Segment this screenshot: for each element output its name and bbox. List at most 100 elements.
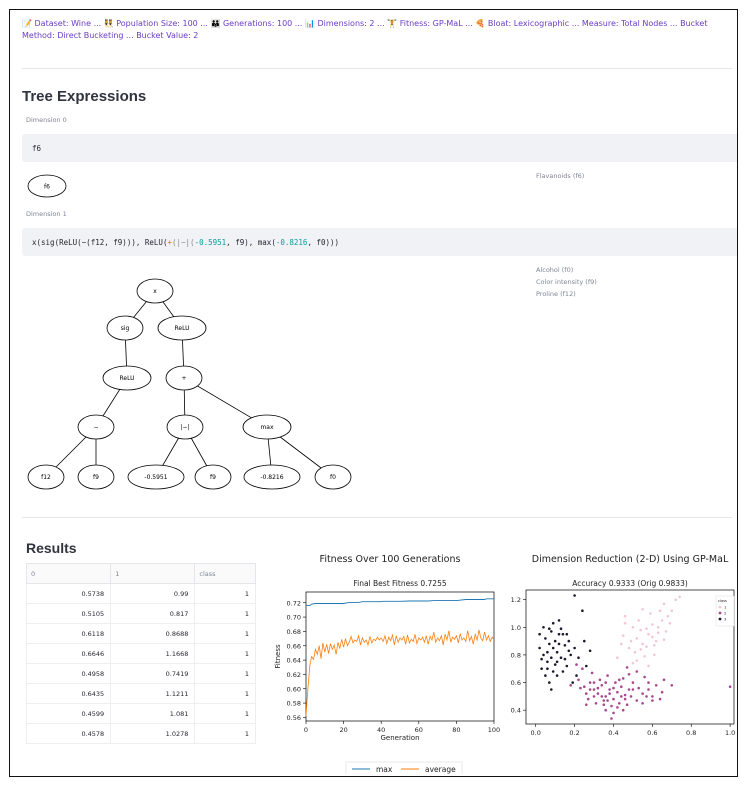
y-tick-label: 0.8 (511, 651, 521, 659)
scatter-point-class-2 (662, 678, 666, 682)
x-tick-label: 0.2 (569, 729, 579, 737)
scatter-point-class-1 (645, 627, 648, 630)
tree-node-f6-label: f6 (44, 184, 50, 191)
scatter-point-class-2 (623, 697, 627, 701)
y-tick-label: 0.70 (287, 614, 301, 622)
scatter-point-class-2 (604, 708, 607, 712)
scatter-point-class-3 (557, 642, 561, 646)
tree-node-label: f9 (93, 474, 99, 481)
table-cell: 1 (194, 683, 256, 704)
scatter-point-class-1 (660, 619, 664, 622)
results-heading: Results (26, 540, 77, 556)
table-row[interactable]: 0.4958 0.7419 1 (25, 663, 256, 684)
chart-title: Dimension Reduction (2-D) Using GP-MaL (532, 554, 729, 565)
scatter-point-class-2 (583, 685, 586, 688)
table-cell: 0.6118 (25, 623, 112, 644)
plot-area (525, 589, 735, 725)
scatter-point-class-2 (616, 706, 619, 709)
column-header[interactable]: 1 (110, 563, 196, 584)
scatter-point-class-2 (596, 692, 600, 695)
scatter-point-class-2 (590, 671, 594, 675)
table-row[interactable]: 0.5105 0.817 1 (25, 603, 256, 624)
scatter-point-class-2 (635, 699, 639, 702)
scatter-point-class-2 (575, 663, 578, 666)
tree-node-label: |−| (180, 424, 189, 431)
scatter-point-class-2 (581, 667, 584, 670)
scatter-point-class-2 (627, 688, 631, 691)
expr-number: -0.8216 (275, 237, 308, 247)
chart-subtitle: Accuracy 0.9333 (Orig 0.9833) (572, 579, 688, 588)
scatter-point-class-1 (656, 631, 660, 635)
table-cell: 1 (194, 663, 256, 684)
x-tick-label: 20 (339, 726, 347, 734)
scatter-point-class-1 (629, 639, 633, 643)
x-tick-label: 0.6 (647, 729, 657, 737)
tree-node-label: ReLU (174, 325, 189, 332)
divider (22, 68, 732, 69)
table-cell: 1 (194, 583, 256, 604)
scatter-point-class-3 (567, 639, 571, 643)
column-header[interactable]: 0 (25, 563, 112, 584)
scatter-point-class-2 (604, 695, 607, 698)
scatter-chart: Dimension Reduction (2-D) Using GP-MaL Ac… (511, 554, 736, 737)
results-table[interactable]: 0 1 class 0.5738 0.99 1 0.5105 0.817 1 0.611… (25, 563, 256, 744)
tree-node-label: f0 (330, 474, 336, 481)
dimension-1-tree: x sig ReLU ReLU + − |−| max f12 f9 -0.59… (27, 278, 352, 490)
scatter-point-class-3 (569, 653, 572, 657)
scatter-point-class-2 (635, 670, 639, 673)
scatter-point-class-2 (585, 703, 588, 706)
scatter-point-class-2 (647, 688, 650, 691)
column-header[interactable]: class (194, 563, 256, 584)
scatter-point-class-1 (656, 626, 660, 629)
table-row[interactable]: 0.4599 1.081 1 (25, 703, 256, 724)
scatter-point-class-3 (538, 632, 541, 636)
scatter-point-class-3 (585, 664, 588, 668)
scatter-point-class-2 (606, 699, 609, 702)
scatter-point-class-1 (643, 655, 646, 658)
legend-marker (718, 617, 722, 621)
table-cell: 0.5738 (25, 583, 112, 604)
legend-title: class (718, 599, 727, 603)
scatter-point-class-1 (621, 634, 625, 637)
table-cell: 1.0278 (110, 723, 196, 744)
scatter-point-class-2 (588, 688, 592, 691)
scatter-point-class-3 (571, 681, 574, 684)
scatter-point-class-3 (544, 637, 547, 640)
expr-part: , f0))) (307, 237, 340, 247)
scatter-point-class-3 (550, 656, 553, 659)
scatter-point-class-1 (664, 630, 668, 633)
scatter-point-class-1 (637, 619, 640, 622)
scatter-point-class-2 (598, 678, 602, 682)
scatter-point-class-3 (565, 632, 569, 636)
scatter-point-class-1 (633, 650, 637, 654)
scatter-point-class-3 (544, 674, 547, 677)
expr-part: , f9), max( (226, 237, 276, 247)
scatter-point-class-2 (596, 686, 600, 690)
scatter-point-class-2 (610, 704, 613, 708)
scatter-point-class-1 (670, 609, 674, 612)
scatter-point-class-2 (602, 703, 606, 706)
scatter-point-class-1 (639, 628, 642, 632)
table-cell: 1 (194, 623, 256, 644)
scatter-point-class-2 (602, 699, 606, 702)
scatter-point-class-2 (612, 686, 615, 690)
table-cell: 0.7419 (110, 663, 196, 684)
table-cell: 1 (194, 723, 256, 744)
dimension-1-label: Dimension 1 (26, 210, 67, 218)
scatter-point-class-2 (651, 695, 654, 698)
table-cell: 0.4599 (25, 703, 112, 724)
expr-part: |−| (176, 237, 191, 247)
scatter-point-class-1 (674, 598, 677, 601)
scatter-point-class-3 (559, 627, 563, 630)
table-row[interactable]: 0.6118 0.8688 1 (25, 623, 256, 644)
scatter-point-class-3 (577, 656, 580, 659)
legend-marker (718, 605, 722, 609)
scatter-point-class-1 (662, 602, 666, 606)
table-row[interactable]: 0.4578 1.0278 1 (25, 723, 256, 744)
scatter-point-class-1 (627, 646, 631, 650)
table-row[interactable]: 0.6646 1.1668 1 (25, 643, 256, 664)
x-tick-label: 80 (452, 726, 460, 734)
table-row[interactable]: 0.6435 1.1211 1 (25, 683, 256, 704)
divider (22, 517, 732, 518)
table-row[interactable]: 0.5738 0.99 1 (25, 583, 256, 604)
